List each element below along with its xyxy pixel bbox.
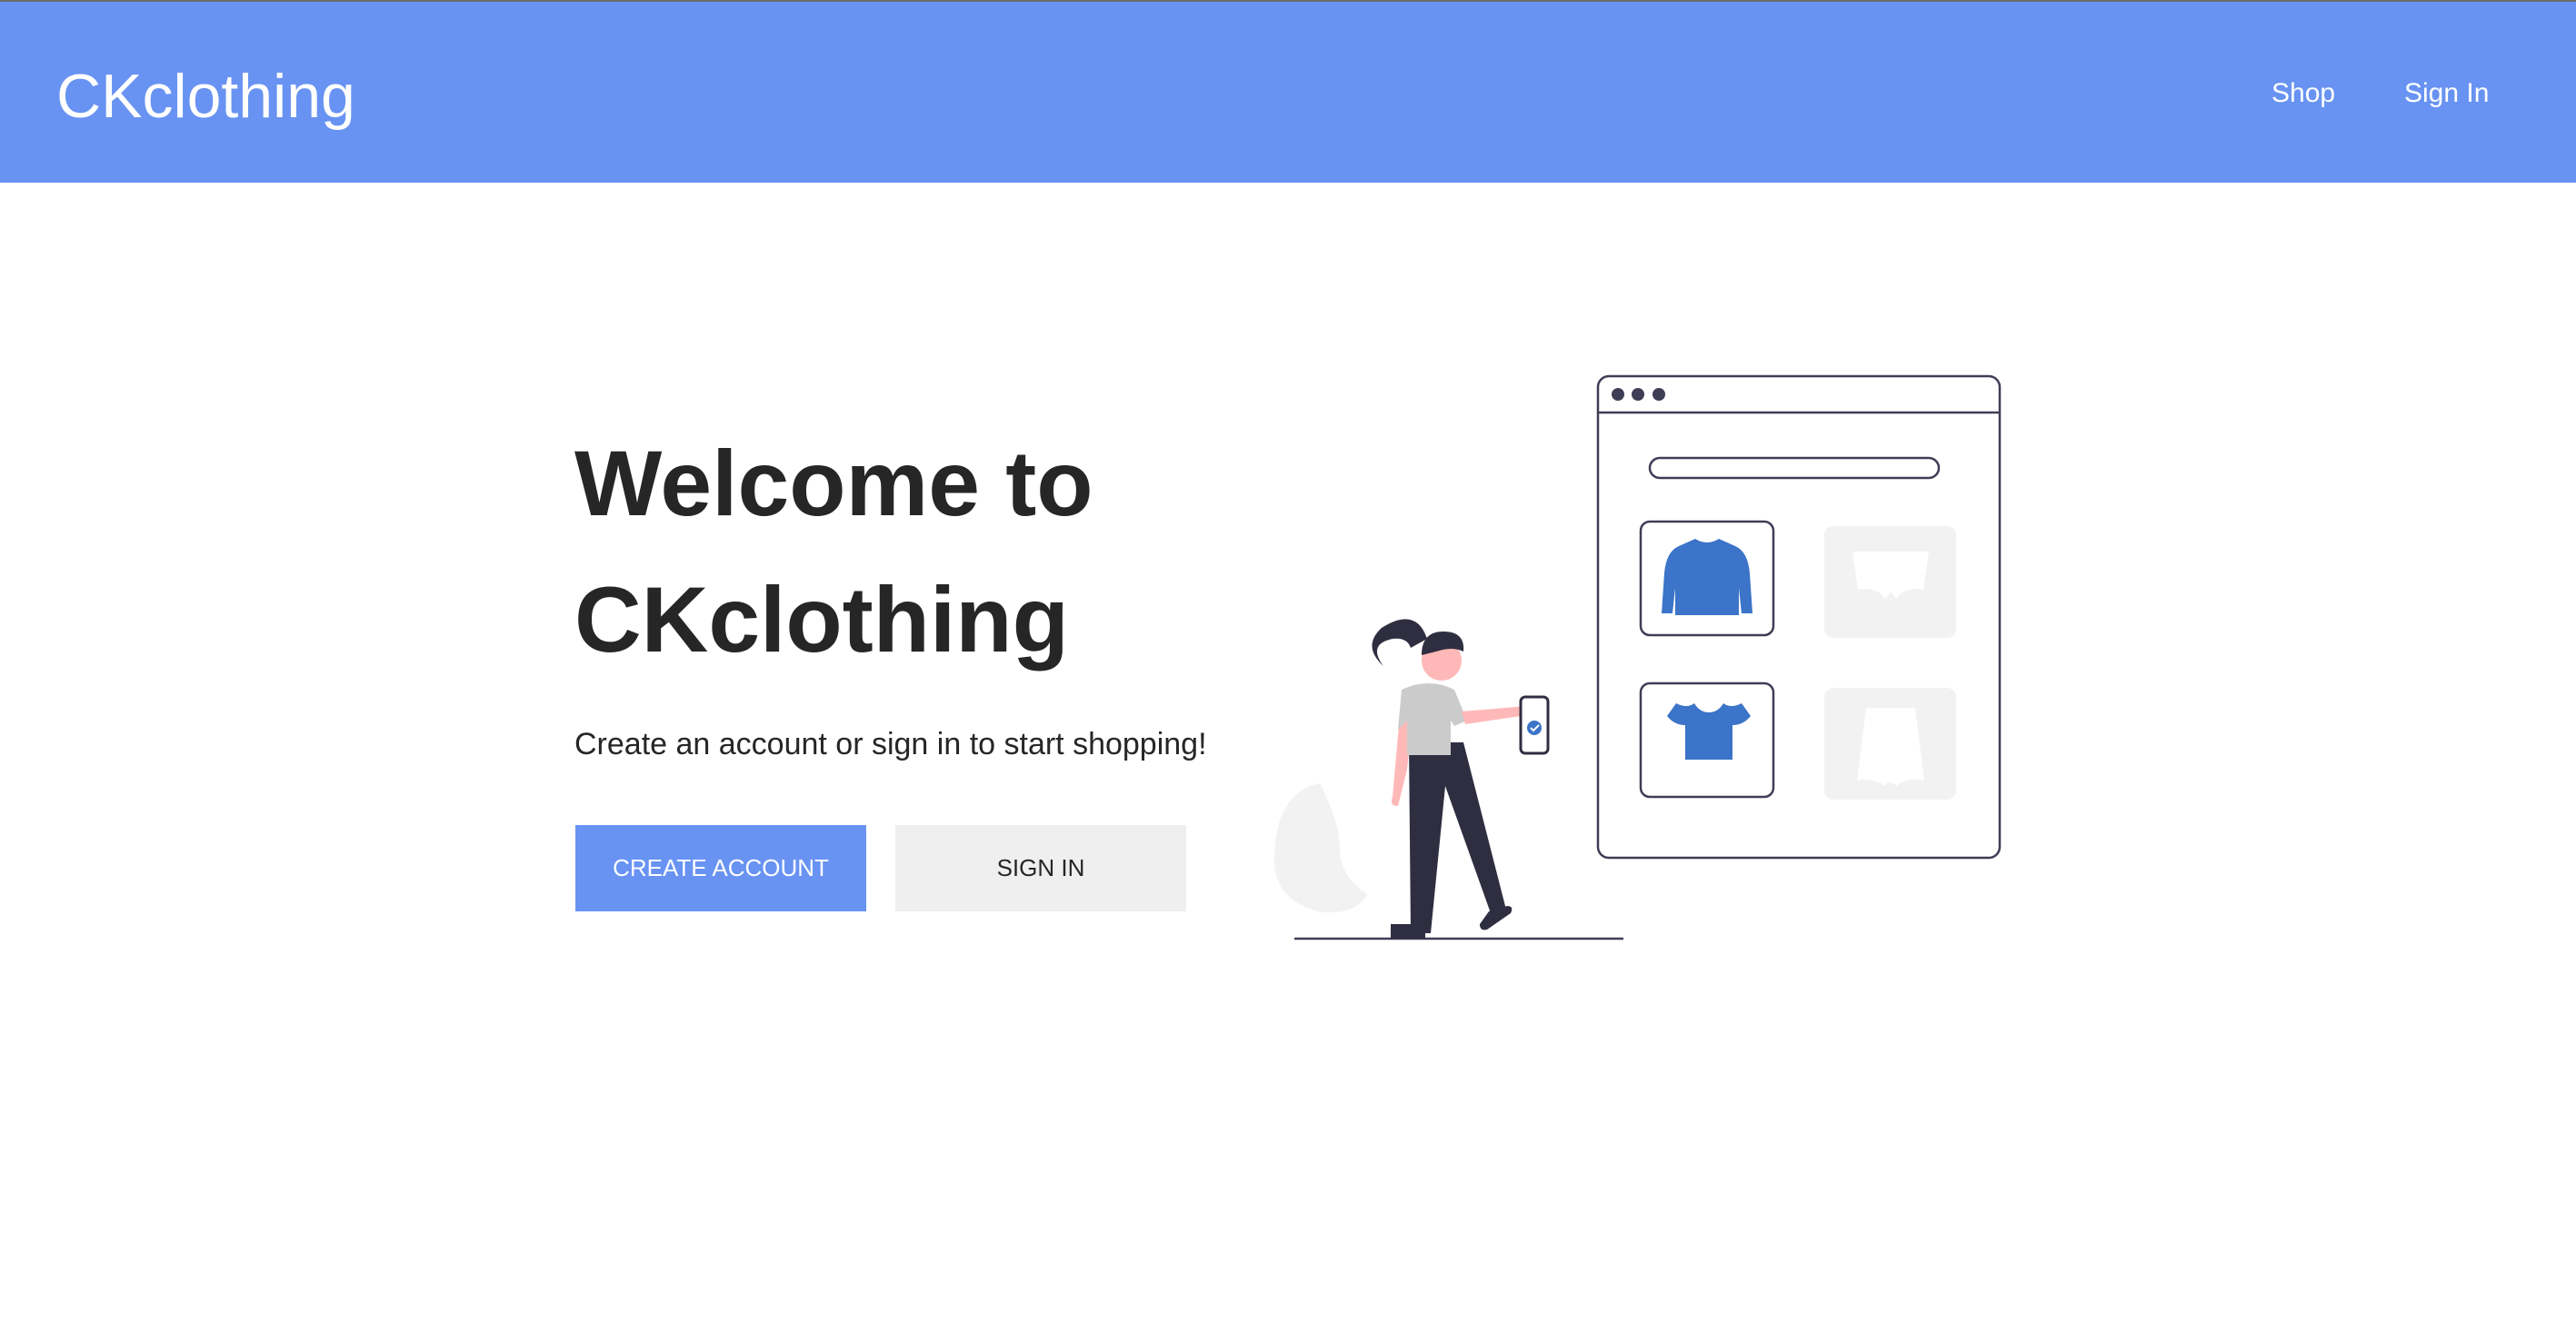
hero-subtitle: Create an account or sign in to start sh… (574, 727, 1207, 761)
navbar: CKclothing Shop Sign In (0, 2, 2576, 183)
sign-in-button[interactable]: SIGN IN (895, 825, 1186, 911)
person-graphic (1372, 619, 1550, 939)
hero-title: Welcome to CKclothing (574, 415, 1093, 688)
plant-leaf-graphic (1273, 783, 1367, 913)
page: CKclothing Shop Sign In Welcome to CKclo… (0, 0, 2576, 1343)
browser-window-graphic (1596, 374, 2002, 860)
hero-title-line-1: Welcome to (574, 432, 1093, 535)
hero-title-line-2: CKclothing (574, 568, 1069, 672)
check-icon (1527, 721, 1542, 735)
nav-link-sign-in[interactable]: Sign In (2404, 80, 2489, 107)
brand-logo[interactable]: CKclothing (56, 65, 355, 127)
create-account-button[interactable]: CREATE ACCOUNT (575, 825, 866, 911)
nav-link-shop[interactable]: Shop (2271, 80, 2335, 107)
shopping-illustration (1273, 374, 2002, 940)
